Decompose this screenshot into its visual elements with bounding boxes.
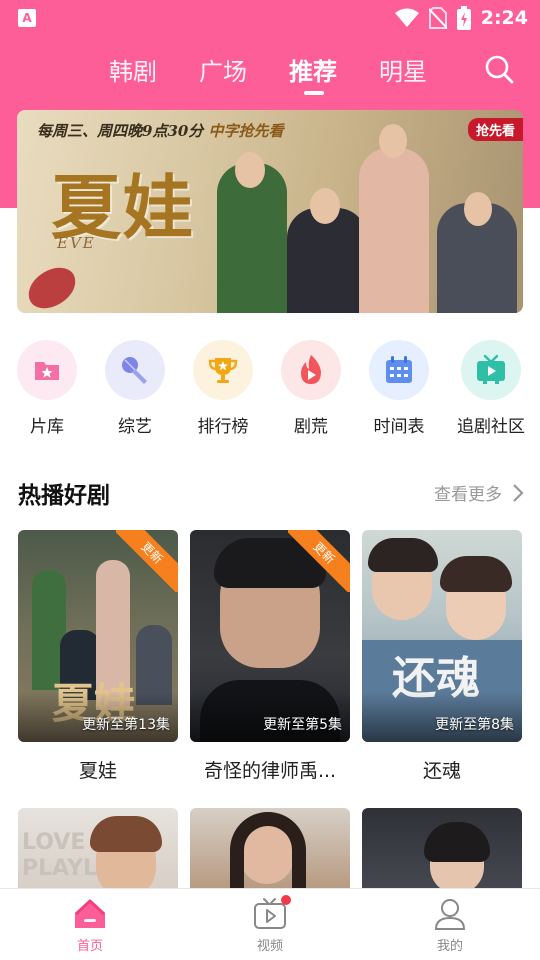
show-card[interactable]: 还魂 更新至第8集 还魂 <box>362 530 522 783</box>
tab-korean-drama[interactable]: 韩剧 <box>109 52 157 87</box>
show-card[interactable]: 夏娃 更新 更新至第13集 夏娃 <box>18 530 178 783</box>
update-ribbon: 更新 <box>116 530 178 592</box>
banner-figure-head <box>464 192 492 226</box>
category-label: 追剧社区 <box>457 417 525 437</box>
profile-icon <box>433 897 467 931</box>
bottom-nav-profile[interactable]: 我的 <box>400 897 500 954</box>
show-card-partial[interactable]: LOVE PLAYL <box>18 808 178 888</box>
banner-petal-decoration <box>22 262 82 313</box>
banner-schedule-text: 每周三、周四晚9点30分 <box>37 122 204 140</box>
update-ribbon-label: 更新 <box>116 530 178 592</box>
bottom-navigation: 首页 视频 我的 <box>0 888 540 960</box>
status-bar: A 2:24 <box>0 0 540 38</box>
tab-stars[interactable]: 明星 <box>379 52 427 87</box>
category-label: 片库 <box>30 417 64 437</box>
episode-caption: 更新至第5集 <box>263 717 342 733</box>
poster-hair <box>424 822 490 862</box>
banner-figure <box>359 148 429 313</box>
search-icon <box>485 55 514 84</box>
category-label: 剧荒 <box>294 417 328 437</box>
banner-subtitle: 每周三、周四晚9点30分 中字抢先看 <box>37 120 284 141</box>
poster-hair <box>230 812 306 888</box>
update-ribbon-label: 更新 <box>288 530 350 592</box>
show-title: 夏娃 <box>78 760 117 782</box>
no-sim-icon <box>428 7 447 29</box>
video-icon <box>253 895 291 931</box>
banner-figure-head <box>310 188 340 224</box>
category-schedule[interactable]: 时间表 <box>359 340 439 437</box>
category-drama-shortage[interactable]: 剧荒 <box>271 340 351 437</box>
home-icon <box>73 897 107 931</box>
bottom-nav-home[interactable]: 首页 <box>40 897 140 954</box>
film-library-icon <box>17 340 77 400</box>
bottom-nav-video[interactable]: 视频 <box>220 895 320 954</box>
poster-title-art: LOVE PLAYL <box>22 830 98 881</box>
search-button[interactable] <box>484 54 514 84</box>
featured-banner[interactable]: 每周三、周四晚9点30分 中字抢先看 抢先看 夏娃 EVE <box>17 110 523 313</box>
microphone-icon <box>105 340 165 400</box>
category-row: 片库 综艺 排行榜 剧荒 时间表 追剧社区 <box>0 340 540 440</box>
wifi-icon <box>394 8 419 27</box>
show-poster: 夏娃 更新 更新至第13集 <box>18 530 178 742</box>
notification-dot <box>281 895 291 905</box>
status-indicators: 2:24 <box>394 6 528 30</box>
category-label: 综艺 <box>118 417 152 437</box>
battery-icon <box>456 6 471 30</box>
flame-icon <box>281 340 341 400</box>
category-ranking[interactable]: 排行榜 <box>183 340 263 437</box>
update-ribbon: 更新 <box>288 530 350 592</box>
see-more-link[interactable]: 查看更多 <box>434 480 524 505</box>
bottom-nav-label: 我的 <box>436 939 463 954</box>
active-tab-indicator <box>304 91 324 95</box>
trophy-icon <box>193 340 253 400</box>
bottom-nav-label: 首页 <box>76 939 103 954</box>
chevron-right-icon <box>513 483 524 502</box>
status-time: 2:24 <box>480 7 528 29</box>
banner-figure-head <box>379 124 407 158</box>
category-label: 时间表 <box>373 417 425 437</box>
category-community[interactable]: 追剧社区 <box>451 340 531 437</box>
category-film-library[interactable]: 片库 <box>7 340 87 437</box>
calendar-icon <box>369 340 429 400</box>
section-title: 热播好剧 <box>18 483 110 509</box>
show-card-partial[interactable] <box>190 808 350 888</box>
show-title: 奇怪的律师禹... <box>203 760 337 782</box>
episode-caption: 更新至第13集 <box>82 717 170 733</box>
show-poster: 还魂 更新至第8集 <box>362 530 522 742</box>
see-more-label: 查看更多 <box>434 485 502 505</box>
bottom-nav-label: 视频 <box>256 939 283 954</box>
banner-highlight-text: 中字抢先看 <box>208 122 284 140</box>
tab-square[interactable]: 广场 <box>199 52 247 87</box>
show-card[interactable]: 更新 更新至第5集 奇怪的律师禹... <box>190 530 350 783</box>
top-nav: 韩剧 广场 推荐 明星 <box>0 52 540 96</box>
category-label: 排行榜 <box>197 417 249 437</box>
poster-hair <box>440 556 512 592</box>
banner-title-en: EVE <box>57 234 96 252</box>
poster-hair <box>368 538 438 572</box>
app-notification-icon: A <box>18 9 36 27</box>
banner-badge: 抢先看 <box>467 118 523 141</box>
banner-figure-head <box>235 152 265 188</box>
poster-hair <box>90 816 162 852</box>
tab-recommend[interactable]: 推荐 <box>289 52 337 87</box>
show-poster: 更新 更新至第5集 <box>190 530 350 742</box>
category-variety[interactable]: 综艺 <box>95 340 175 437</box>
tv-icon <box>461 340 521 400</box>
episode-caption: 更新至第8集 <box>435 717 514 733</box>
show-title: 还魂 <box>422 760 461 782</box>
show-card-partial[interactable] <box>362 808 522 888</box>
